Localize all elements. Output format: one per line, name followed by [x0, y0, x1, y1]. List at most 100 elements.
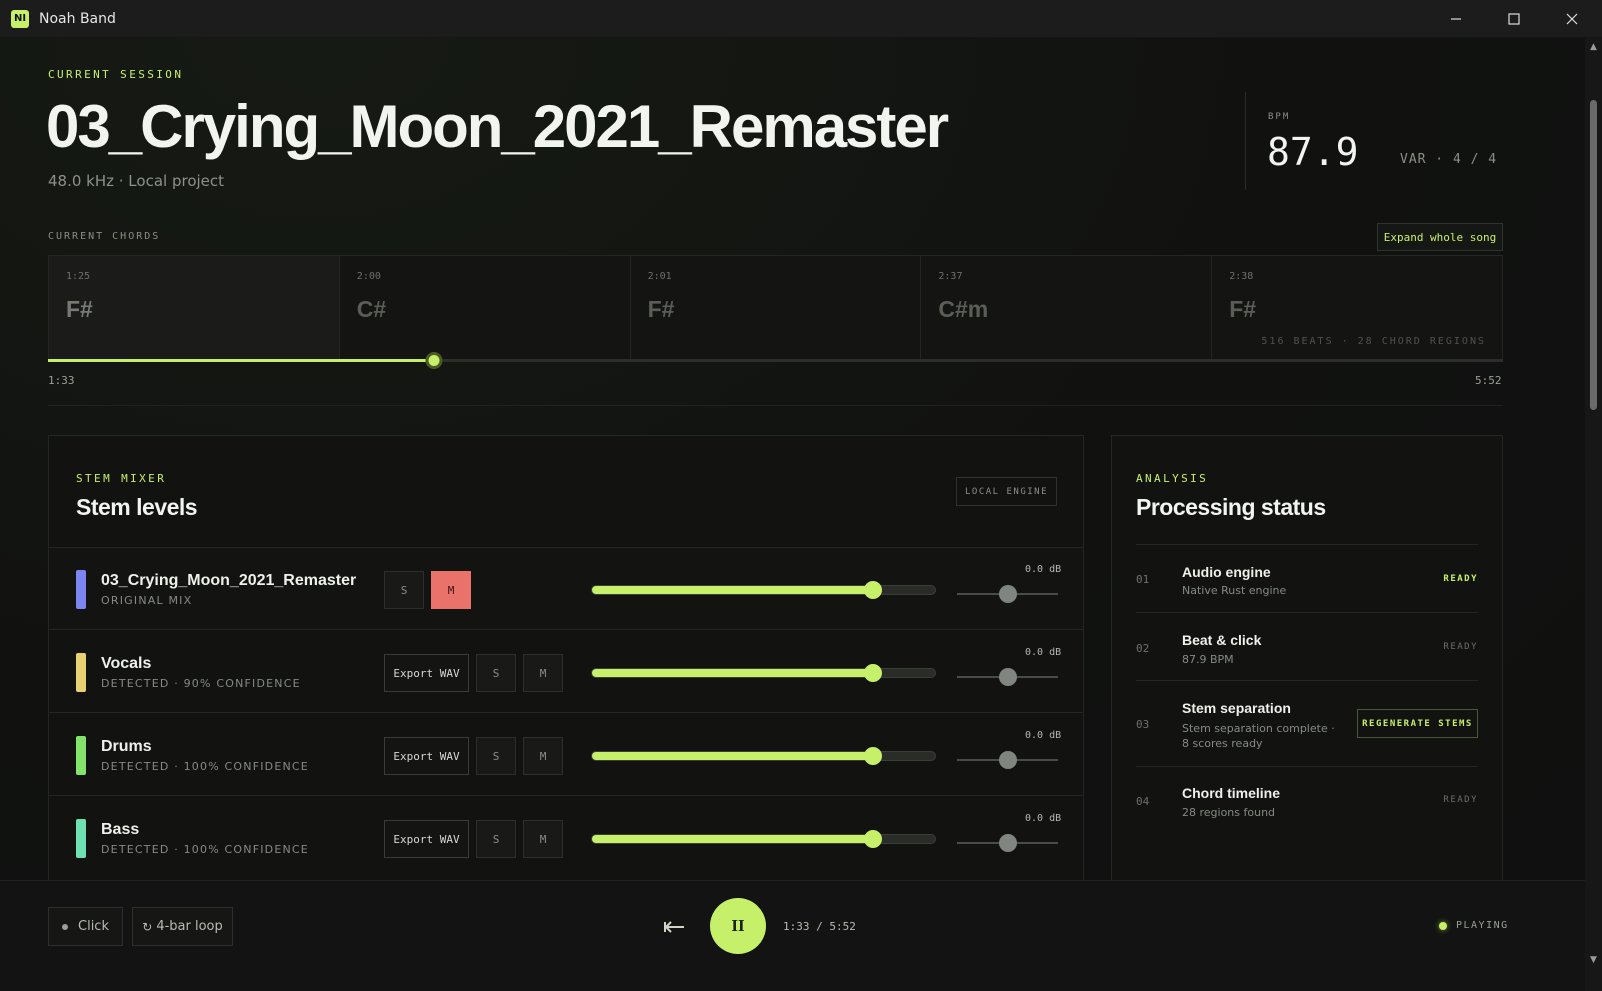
progress-fill: [48, 359, 435, 362]
session-eyebrow: CURRENT SESSION: [48, 68, 184, 81]
stem-row: Bass DETECTED · 100% CONFIDENCE Export W…: [49, 797, 1083, 879]
gain-readout: 0.0 dB: [1025, 647, 1062, 658]
volume-slider[interactable]: [591, 581, 936, 599]
chord-name: F#: [647, 296, 675, 322]
stem-detail: DETECTED · 90% CONFIDENCE: [101, 677, 301, 690]
volume-slider[interactable]: [591, 664, 936, 682]
bpm-value: 87.9: [1267, 130, 1359, 174]
volume-slider[interactable]: [591, 830, 936, 848]
export-wav-button[interactable]: Export WAV: [384, 820, 469, 858]
maximize-icon[interactable]: [1485, 0, 1543, 38]
chord-region[interactable]: 2:37 C#m: [921, 256, 1213, 359]
volume-handle[interactable]: [864, 747, 883, 765]
pan-slider[interactable]: [957, 751, 1058, 769]
chord-region[interactable]: 2:01 F#: [631, 256, 922, 359]
stem-color-swatch: [76, 653, 86, 692]
chord-region[interactable]: 2:38 F# 516 BEATS · 28 CHORD REGIONS: [1212, 256, 1502, 359]
app-logo-icon: NI: [11, 9, 29, 28]
click-toggle-button[interactable]: Click: [48, 907, 123, 946]
pause-button[interactable]: II: [710, 898, 766, 954]
bpm-label: BPM: [1268, 112, 1291, 122]
analysis-title: Processing status: [1136, 494, 1326, 520]
pan-handle[interactable]: [998, 834, 1017, 852]
gain-readout: 0.0 dB: [1025, 564, 1062, 575]
minimize-icon[interactable]: [1427, 0, 1485, 38]
stem-detail: ORIGINAL MIX: [101, 594, 193, 607]
stem-name: Drums: [101, 738, 152, 755]
mute-button[interactable]: M: [431, 571, 471, 609]
pan-slider[interactable]: [957, 668, 1058, 686]
click-indicator-icon: [62, 923, 68, 930]
solo-button[interactable]: S: [384, 571, 424, 609]
chord-region[interactable]: 2:00 C#: [340, 256, 631, 359]
solo-button[interactable]: S: [476, 737, 516, 775]
pan-slider[interactable]: [957, 585, 1058, 603]
volume-fill: [592, 586, 874, 594]
song-progress-bar[interactable]: [48, 352, 1503, 369]
solo-button[interactable]: S: [476, 654, 516, 692]
analysis-panel: ANALYSIS Processing status 01 Audio engi…: [1111, 435, 1503, 891]
loop-toggle-button[interactable]: ↻ 4-bar loop: [132, 907, 233, 946]
playhead-handle[interactable]: [425, 352, 443, 369]
expand-song-button[interactable]: Expand whole song: [1377, 223, 1503, 251]
mixer-eyebrow: STEM MIXER: [76, 472, 167, 485]
mute-button[interactable]: M: [523, 737, 563, 775]
status-description: Native Rust engine: [1182, 584, 1287, 597]
chord-stats: 516 BEATS · 28 CHORD REGIONS: [1261, 336, 1486, 347]
playback-status: PLAYING: [1439, 920, 1509, 931]
chord-time: 2:01: [647, 271, 672, 282]
title-bar: NI Noah Band: [0, 0, 1602, 38]
stem-row: 03_Crying_Moon_2021_Remaster ORIGINAL MI…: [49, 548, 1083, 630]
export-wav-button[interactable]: Export WAV: [384, 654, 469, 692]
status-badge: READY: [1443, 642, 1478, 652]
chord-name: C#: [356, 296, 387, 322]
status-number: 01: [1136, 573, 1150, 586]
status-number: 02: [1136, 642, 1150, 655]
pan-handle[interactable]: [998, 585, 1017, 603]
stem-name: Vocals: [101, 655, 152, 672]
engine-badge: LOCAL ENGINE: [956, 477, 1057, 506]
scrollbar-thumb[interactable]: [1590, 100, 1597, 410]
chord-region[interactable]: 1:25 F#: [49, 256, 340, 359]
volume-handle[interactable]: [864, 581, 883, 599]
volume-slider[interactable]: [591, 747, 936, 765]
chord-time: 2:00: [356, 271, 381, 282]
click-label: Click: [78, 919, 109, 934]
mute-button[interactable]: M: [523, 820, 563, 858]
volume-handle[interactable]: [864, 830, 883, 848]
status-number: 04: [1136, 795, 1150, 808]
stem-row: Drums DETECTED · 100% CONFIDENCE Export …: [49, 714, 1083, 796]
stem-color-swatch: [76, 819, 86, 858]
status-title: Chord timeline: [1182, 785, 1281, 801]
stem-color-swatch: [76, 736, 86, 775]
mute-button[interactable]: M: [523, 654, 563, 692]
export-wav-button[interactable]: Export WAV: [384, 737, 469, 775]
transport-time: 1:33 / 5:52: [783, 920, 856, 933]
solo-button[interactable]: S: [476, 820, 516, 858]
loop-label: 4-bar loop: [156, 919, 223, 934]
pan-handle[interactable]: [998, 668, 1017, 686]
scroll-up-icon[interactable]: ▲: [1588, 42, 1599, 52]
playing-indicator-icon: [1439, 921, 1447, 930]
pan-slider[interactable]: [957, 834, 1058, 852]
stem-row: Vocals DETECTED · 90% CONFIDENCE Export …: [49, 631, 1083, 713]
chord-time: 2:38: [1229, 271, 1254, 282]
rewind-icon[interactable]: [660, 915, 688, 939]
stem-name: 03_Crying_Moon_2021_Remaster: [101, 572, 357, 589]
gain-readout: 0.0 dB: [1025, 730, 1062, 741]
scroll-down-icon[interactable]: ▼: [1588, 955, 1599, 965]
regenerate-stems-button[interactable]: REGENERATE STEMS: [1357, 709, 1478, 738]
total-time: 5:52: [1475, 374, 1502, 387]
loop-icon: ↻: [142, 919, 153, 934]
transport-bar: Click ↻ 4-bar loop II 1:33 / 5:52 PLAYIN…: [0, 880, 1585, 991]
chord-name: F#: [1229, 296, 1257, 322]
volume-handle[interactable]: [864, 664, 883, 682]
chord-name: C#m: [938, 296, 989, 322]
stem-detail: DETECTED · 100% CONFIDENCE: [101, 843, 309, 856]
pan-handle[interactable]: [998, 751, 1017, 769]
close-icon[interactable]: [1543, 0, 1601, 38]
status-item-beat-click: 02 Beat & click 87.9 BPM READY: [1136, 612, 1478, 680]
session-subtitle: 48.0 kHz · Local project: [48, 172, 225, 190]
status-badge: READY: [1443, 795, 1478, 805]
window-title: Noah Band: [39, 10, 116, 27]
